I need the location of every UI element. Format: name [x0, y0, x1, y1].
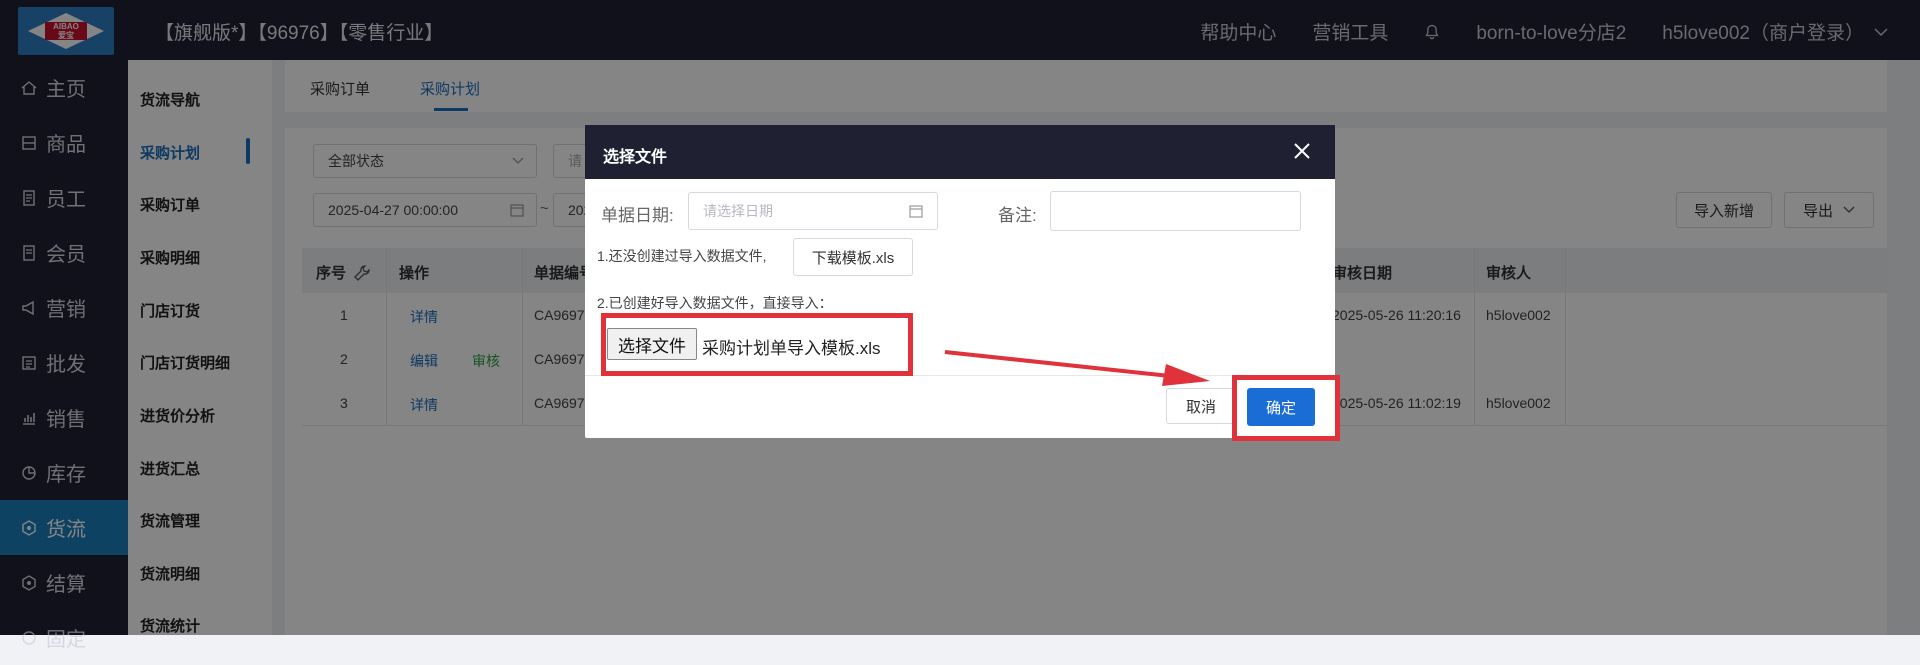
cancel-button[interactable]: 取消: [1166, 388, 1236, 424]
close-icon[interactable]: [1291, 140, 1313, 162]
doc-date-input[interactable]: 请选择日期: [688, 192, 938, 230]
calendar-icon: [909, 205, 923, 218]
remark-label: 备注:: [998, 206, 1037, 225]
doc-date-placeholder: 请选择日期: [703, 203, 773, 219]
doc-date-label: 单据日期:: [601, 206, 674, 225]
highlight-box-confirm: [1232, 375, 1340, 441]
step2-text: 2.已创建好导入数据文件，直接导入：: [597, 295, 833, 311]
remark-textarea[interactable]: [1050, 191, 1301, 231]
step1-text: 1.还没创建过导入数据文件,: [597, 248, 767, 264]
arrow-icon: [944, 350, 1210, 386]
dialog-header: 选择文件: [585, 125, 1335, 179]
download-template-button[interactable]: 下载模板.xls: [793, 238, 913, 276]
highlight-box-file: [601, 313, 913, 376]
dialog-title: 选择文件: [603, 149, 668, 166]
